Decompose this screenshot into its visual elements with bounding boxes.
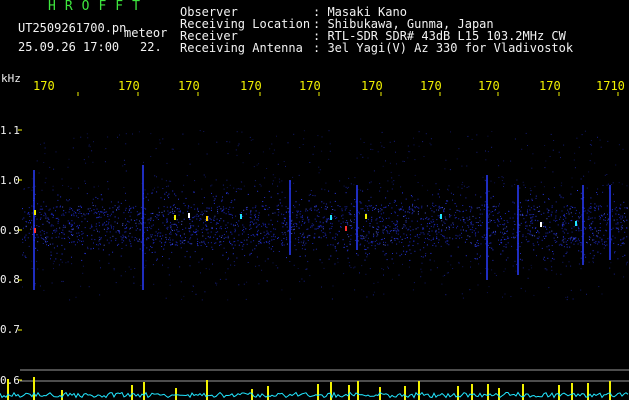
meteor-ping (34, 210, 36, 215)
meteor-ping (188, 213, 190, 218)
meteor-ping (330, 215, 332, 220)
spectrogram-plot (0, 92, 629, 400)
hrofft-spectrogram-screen: HROFFT UT2509261700.pn meteor 25.09.26 1… (0, 0, 629, 400)
meteor-ping (345, 226, 347, 231)
meteor-ping (174, 215, 176, 220)
noise-background (22, 130, 628, 301)
meteor-ping (240, 214, 242, 219)
meteor-ping (575, 221, 577, 226)
meteor-ping (540, 222, 542, 227)
meteor-ping (365, 214, 367, 219)
meteor-ping (34, 228, 36, 233)
level-trace (0, 391, 629, 399)
meteor-ping (206, 216, 208, 221)
meteor-ping (440, 214, 442, 219)
